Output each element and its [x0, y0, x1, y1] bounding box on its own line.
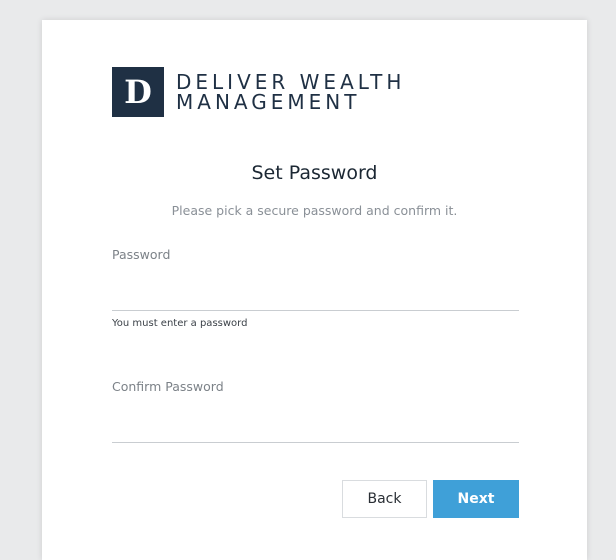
next-button[interactable]: Next	[433, 480, 519, 518]
logo-name-line2: MANAGEMENT	[176, 90, 361, 114]
page-subtitle: Please pick a secure password and confir…	[171, 203, 458, 218]
back-button[interactable]: Back	[342, 480, 427, 518]
set-password-card: D DELIVER WEALTH MANAGEMENT Set Password…	[42, 20, 587, 560]
page-title: Set Password	[251, 162, 378, 184]
logo-wordmark: DELIVER WEALTH MANAGEMENT	[176, 72, 405, 112]
logo-name-line1: DELIVER WEALTH	[176, 70, 406, 94]
password-input[interactable]	[112, 284, 519, 311]
confirm-password-input[interactable]	[112, 416, 519, 443]
brand-logo: D DELIVER WEALTH MANAGEMENT	[112, 67, 405, 117]
password-error-message: You must enter a password	[112, 318, 248, 329]
password-label: Password	[112, 247, 171, 262]
confirm-password-label: Confirm Password	[112, 379, 224, 394]
logo-monogram: D	[112, 67, 164, 117]
